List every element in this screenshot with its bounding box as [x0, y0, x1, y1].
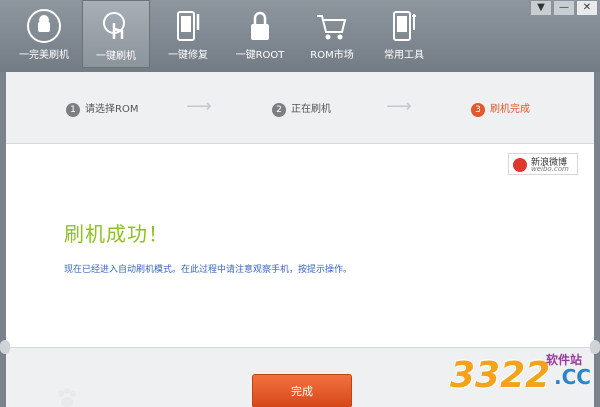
watermark-domain: .CC: [554, 365, 591, 389]
minimize-button[interactable]: —: [553, 0, 575, 16]
tool-label: 一键刷机: [96, 51, 136, 62]
weibo-domain: weibo.com: [531, 165, 569, 173]
phone-tools-icon: [393, 11, 416, 41]
step-flash-complete: 3 刷机完成: [471, 100, 530, 117]
left-edge-handle: [0, 340, 10, 354]
step-number: 2: [272, 103, 286, 117]
progress-steps: 1 请选择ROM ⟶ 2 正在刷机 ⟶ 3 刷机完成: [6, 72, 594, 144]
android-robot-icon: [27, 9, 61, 43]
step-label: 正在刷机: [291, 104, 331, 115]
tool-label: 一完美刷机: [19, 50, 69, 61]
tool-one-click-root[interactable]: 一键ROOT: [226, 0, 294, 68]
step-number: 1: [66, 103, 80, 117]
weibo-share-button[interactable]: 新浪微博 weibo.com: [508, 153, 578, 175]
watermark-logo: 3322 软件站 .CC: [450, 345, 600, 405]
touch-click-icon: [103, 12, 125, 39]
right-arrow-icon: ⟶: [386, 96, 412, 117]
step-label: 刷机完成: [490, 104, 530, 115]
step-flashing: 2 正在刷机: [272, 100, 331, 117]
right-arrow-icon: ⟶: [186, 96, 212, 117]
tool-common-tools[interactable]: 常用工具: [370, 0, 438, 68]
close-button[interactable]: ✕: [576, 0, 598, 16]
status-description: 现在已经进入自动刷机模式。在此过程中请注意观察手机，按提示操作。: [64, 265, 353, 275]
shopping-cart-icon: [317, 15, 347, 40]
dropdown-menu-button[interactable]: ▼: [530, 0, 552, 16]
tool-label: 常用工具: [384, 50, 424, 61]
tool-label: 一键修复: [168, 50, 208, 61]
step-number: 3: [471, 103, 485, 117]
step-label: 请选择ROM: [85, 104, 139, 115]
weibo-logo-icon: [513, 158, 527, 172]
phone-wrench-icon: [177, 11, 200, 41]
step-select-rom: 1 请选择ROM: [66, 100, 138, 117]
tool-one-click-repair[interactable]: 一键修复: [154, 0, 222, 68]
success-title: 刷机成功！: [64, 222, 169, 246]
tool-label: 一键ROOT: [235, 50, 285, 61]
content-area: 新浪微博 weibo.com 刷机成功！ 现在已经进入自动刷机模式。在此过程中请…: [6, 145, 594, 345]
paw-print-icon: [58, 388, 76, 407]
tool-label: ROM市场: [310, 50, 354, 61]
padlock-icon: [251, 11, 269, 40]
tool-rom-market[interactable]: ROM市场: [298, 0, 366, 68]
tool-perfect-flash[interactable]: 一完美刷机: [10, 0, 78, 68]
tool-one-click-flash[interactable]: 一键刷机: [82, 0, 150, 68]
top-toolbar: 一完美刷机 一键刷机 一键修复 一键ROOT ROM市场 常用工具 ▼ — ✕: [0, 0, 600, 72]
watermark-number: 3322: [450, 355, 551, 396]
finish-button[interactable]: 完成: [252, 374, 352, 407]
